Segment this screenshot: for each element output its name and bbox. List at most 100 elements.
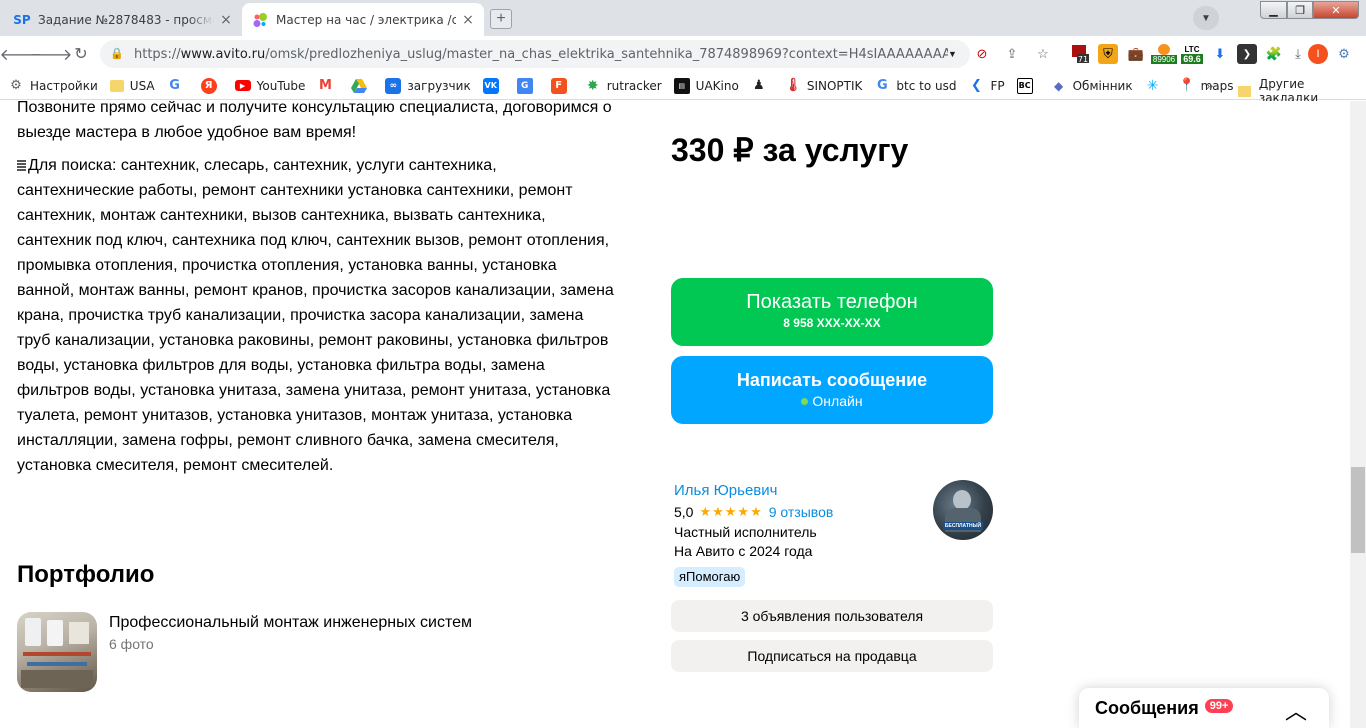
bookmark-rutracker[interactable]: ✸ rutracker	[585, 78, 662, 94]
extensions-puzzle-icon[interactable]: 🧩	[1264, 44, 1284, 64]
reviews-link[interactable]: 9 отзывов	[769, 504, 834, 520]
portfolio-item[interactable]: Профессиональный монтаж инженерных систе…	[17, 612, 472, 692]
bookmark-google[interactable]: G	[167, 78, 189, 94]
scrollbar-thumb[interactable]	[1351, 467, 1365, 553]
messages-label: Сообщения	[1095, 697, 1199, 718]
description-search-paragraph: Для поиска: сантехник, слесарь, сантехни…	[17, 153, 617, 478]
profile-avatar[interactable]: I	[1308, 44, 1328, 64]
masked-phone: 8 958 XXX-XX-XX	[783, 316, 881, 330]
seller-since: На Авито с 2024 года	[674, 543, 813, 559]
bookmark-star-icon[interactable]: ☆	[1033, 44, 1053, 64]
bookmark-sinoptik[interactable]: 🌡 SINOPTIK	[785, 78, 863, 94]
diamond-icon: ◆	[1053, 78, 1064, 93]
star-icon: ✳	[1146, 77, 1159, 94]
rutracker-icon: ✸	[586, 77, 599, 94]
bookmark-figure[interactable]: ♟	[751, 78, 773, 94]
online-dot-icon	[801, 398, 809, 405]
ltc-ticker-icon[interactable]: LTC 69.6	[1180, 44, 1204, 64]
description-top-text: Позвоните прямо сейчас и получите консул…	[17, 101, 612, 141]
address-bar[interactable]: 🔒 https://www.avito.ru/omsk/predlozheniy…	[100, 40, 970, 68]
listing-description: Позвоните прямо сейчас и получите консул…	[17, 101, 617, 486]
bookmark-btc-usd[interactable]: Gbtc to usd	[874, 78, 956, 94]
show-phone-button[interactable]: Показать телефон 8 958 XXX-XX-XX	[671, 278, 993, 346]
bookmark-usa[interactable]: USA	[109, 79, 155, 93]
seller-rating: 5,0 ★★★★★ 9 отзывов	[674, 504, 833, 520]
briefcase-icon[interactable]: 💼	[1126, 44, 1146, 64]
bookmark-f[interactable]: F	[550, 77, 573, 94]
close-tab-icon[interactable]: ×	[218, 12, 234, 28]
write-message-button[interactable]: Написать сообщение Онлайн	[671, 356, 993, 424]
bookmark-vk[interactable]: VK	[482, 77, 505, 94]
youtube-icon: ▶	[234, 80, 251, 91]
share-icon[interactable]: ⇪	[1002, 44, 1022, 64]
online-status: Онлайн	[671, 393, 993, 409]
bookmark-bc[interactable]: BC	[1016, 77, 1039, 94]
rating-value: 5,0	[674, 504, 694, 520]
downloads-icon[interactable]: ⤓	[1288, 44, 1308, 64]
portfolio-thumbnail[interactable]	[17, 612, 97, 692]
bookmark-settings[interactable]: ⚙ Настройки	[8, 78, 98, 94]
avito-favicon-icon	[252, 12, 268, 28]
folder-icon	[1238, 85, 1251, 97]
tab-avito[interactable]: Мастер на час / электрика /санте ×	[242, 3, 484, 36]
seller-name-link[interactable]: Илья Юрьевич	[674, 482, 777, 499]
svg-text:71: 71	[1078, 55, 1088, 64]
close-window-button[interactable]: ✕	[1313, 1, 1359, 19]
yandex-icon: Я	[200, 77, 217, 94]
extension-shield-icon[interactable]: 71	[1070, 44, 1090, 64]
extension-shield2-icon[interactable]: ⛨	[1098, 44, 1118, 64]
gmail-icon: M	[318, 78, 332, 93]
messages-widget[interactable]: Сообщения 99+ ︿	[1079, 688, 1329, 728]
tab-task[interactable]: SP Задание №2878483 - просмотр з ×	[4, 3, 242, 36]
user-ads-button[interactable]: 3 объявления пользователя	[671, 600, 993, 632]
bookmark-downloader[interactable]: ∞ загрузчик	[385, 77, 471, 94]
sp-favicon-icon: SP	[13, 12, 31, 27]
description-search-text: Для поиска: сантехник, слесарь, сантехни…	[17, 157, 614, 474]
forward-icon[interactable]: 🡒	[30, 43, 73, 65]
bookmark-uakino[interactable]: ▤ UAKino	[673, 77, 739, 94]
avatar-caption: БЕСПЛАТНЫЙ	[943, 522, 983, 530]
figure-icon: ♟	[753, 78, 765, 93]
loop-icon: ∞	[385, 77, 402, 94]
lock-icon: 🔒	[110, 48, 124, 60]
minimize-button[interactable]: ▁	[1260, 1, 1287, 19]
download-ext-icon[interactable]: ⬇	[1210, 44, 1230, 64]
maps-icon: 📍	[1178, 78, 1195, 93]
service-price: 330 ₽ за услугу	[671, 132, 909, 168]
bookmark-drive[interactable]	[351, 78, 373, 94]
bookmark-fp[interactable]: ❮ FP	[968, 78, 1005, 94]
chevron-up-icon[interactable]: ︿	[1285, 694, 1307, 726]
new-tab-button[interactable]: +	[490, 9, 512, 29]
bookmark-translate[interactable]: G	[516, 77, 539, 94]
bookmark-star[interactable]: ✳	[1145, 78, 1167, 94]
subscribe-button[interactable]: Подписаться на продавца	[671, 640, 993, 672]
portfolio-item-name[interactable]: Профессиональный монтаж инженерных систе…	[109, 614, 472, 632]
bookmark-yandex[interactable]: Я	[200, 77, 223, 94]
close-tab-icon[interactable]: ×	[460, 12, 476, 28]
bookmark-gmail[interactable]: M	[317, 78, 339, 94]
tab-title: Задание №2878483 - просмотр з	[38, 12, 214, 27]
bookmark-youtube[interactable]: ▶ YouTube	[234, 79, 305, 93]
google-icon: G	[169, 78, 180, 93]
page-content: Позвоните прямо сейчас и получите консул…	[0, 101, 1350, 728]
bc-icon: BC	[1016, 77, 1033, 94]
btc-ticker-icon[interactable]: 89906	[1150, 44, 1178, 64]
bookmarks-more-icon[interactable]: »	[1206, 78, 1213, 93]
tab-search-icon[interactable]: ▼	[1193, 6, 1219, 30]
menu-globe-icon[interactable]: ⚙	[1334, 44, 1354, 64]
page-scrollbar[interactable]	[1350, 101, 1366, 728]
uakino-icon: ▤	[673, 77, 690, 94]
vk-icon: VK	[482, 77, 499, 94]
reload-icon[interactable]: ↻	[70, 43, 92, 65]
maximize-button[interactable]: ❐	[1287, 1, 1313, 19]
translate-icon: G	[516, 77, 533, 94]
camera-blocked-icon[interactable]: ⊘	[972, 44, 992, 64]
terminal-icon[interactable]: ❯	[1237, 44, 1257, 64]
tab-title: Мастер на час / электрика /санте	[276, 12, 456, 27]
seller-avatar[interactable]: БЕСПЛАТНЫЙ	[933, 480, 993, 540]
google-icon: G	[877, 78, 888, 93]
folder-icon	[109, 79, 124, 92]
bookmark-exchanger[interactable]: ◆ Обмінник	[1051, 78, 1133, 94]
dropdown-icon[interactable]: ▼	[948, 49, 962, 59]
f-icon: F	[550, 77, 567, 94]
